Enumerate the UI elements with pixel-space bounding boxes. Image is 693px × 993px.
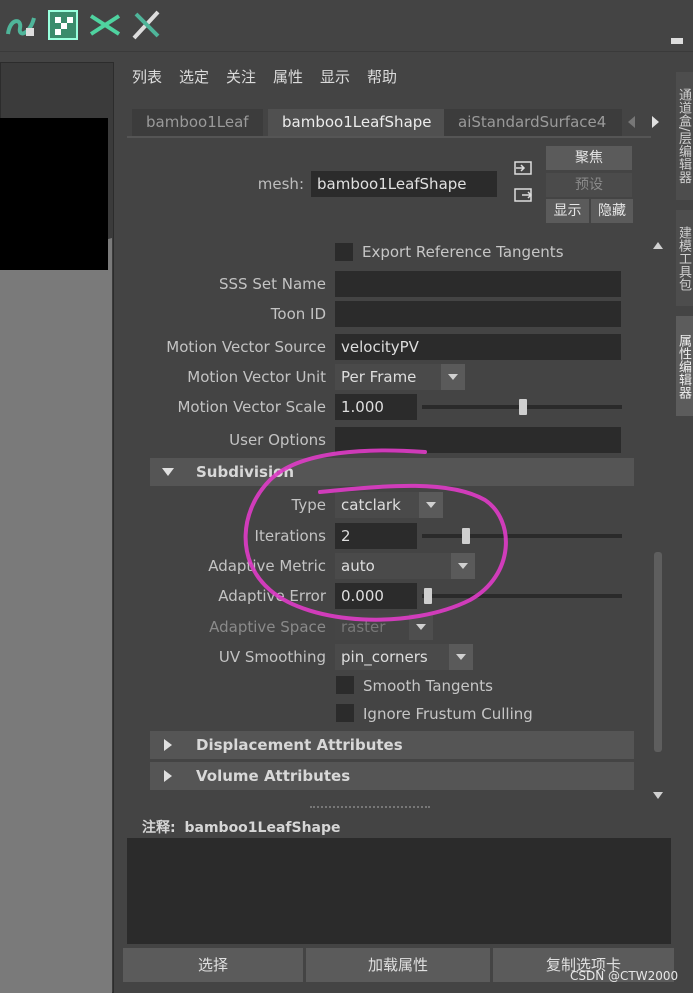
scrollbar-thumb[interactable] [654,552,662,752]
volume-section-header[interactable]: Volume Attributes [150,762,634,790]
notes-label: 注释: [142,820,176,836]
tab-divider [127,136,651,138]
side-tab-modeling-toolkit[interactable]: 建模工具包 [676,210,693,306]
displacement-title: Displacement Attributes [196,736,403,754]
top-toolbar [0,0,693,52]
expand-right-icon [164,739,172,751]
smooth-tangents-label: Smooth Tangents [363,677,493,695]
chevron-down-icon [441,364,465,390]
tab-aistandardsurface4[interactable]: aiStandardSurface4 [444,109,622,136]
menu-bar: 列表 选定 关注 属性 显示 帮助 [118,60,666,94]
uv-smoothing-label: UV Smoothing [218,648,326,666]
viewport-mesh-surface [0,238,112,993]
tab-bamboo1leafshape[interactable]: bamboo1LeafShape [268,109,446,136]
side-tab-channel-box[interactable]: 通道盒/层编辑器 [676,72,693,200]
ignore-frustum-label: Ignore Frustum Culling [363,705,533,723]
notes-value: bamboo1LeafShape [184,820,341,836]
mesh-output-connection-icon[interactable] [514,188,533,202]
uv-smoothing-dropdown[interactable]: pin_corners [335,644,473,670]
tab-scroll-right-icon[interactable] [652,116,659,128]
displacement-section-header[interactable]: Displacement Attributes [150,731,634,759]
checker-tool-icon[interactable] [46,8,80,42]
expand-down-icon [162,468,174,476]
motion-vector-unit-value: Per Frame [341,368,417,386]
motion-vector-source-field[interactable]: velocityPV [335,334,621,360]
motion-vector-unit-label: Motion Vector Unit [187,368,326,386]
volume-title: Volume Attributes [196,767,351,785]
annotation-circle [243,448,508,622]
hide-button[interactable]: 隐藏 [591,199,633,223]
menu-list[interactable]: 列表 [132,60,162,94]
preset-button[interactable]: 预设 [546,173,632,197]
sss-set-name-label: SSS Set Name [219,275,326,293]
menu-selected[interactable]: 选定 [179,60,209,94]
select-button[interactable]: 选择 [123,948,303,982]
load-attributes-button[interactable]: 加载属性 [306,948,490,982]
smooth-tangents-checkbox[interactable] [336,676,354,694]
motion-vector-scale-slider-thumb[interactable] [519,399,527,415]
motion-vector-unit-dropdown[interactable]: Per Frame [335,364,465,390]
merge-tool-icon[interactable] [88,8,122,42]
motion-vector-scale-field[interactable]: 1.000 [335,394,417,420]
panel-splitter[interactable] [310,806,430,809]
toon-id-label: Toon ID [270,305,326,323]
curve-tool-icon[interactable] [4,8,38,42]
scroll-up-icon[interactable] [653,242,663,249]
scroll-down-icon[interactable] [653,792,663,799]
brush-tool-icon[interactable] [130,8,164,42]
mesh-input-connection-icon[interactable] [514,161,532,175]
uv-smoothing-value: pin_corners [341,648,428,666]
focus-button[interactable]: 聚焦 [546,146,632,170]
mesh-name-field[interactable]: bamboo1LeafShape [311,171,497,197]
show-button[interactable]: 显示 [546,199,589,223]
side-tab-attribute-editor[interactable]: 属性编辑器 [676,316,693,416]
notes-title: 注释: bamboo1LeafShape [142,817,341,837]
tab-scroll-left-icon[interactable] [628,116,635,128]
viewport-background [0,118,108,270]
menu-help[interactable]: 帮助 [367,60,397,94]
notes-textarea[interactable] [127,838,671,944]
toon-id-field[interactable] [335,301,621,327]
expand-right-icon [164,770,172,782]
menu-show[interactable]: 显示 [320,60,350,94]
sss-set-name-field[interactable] [335,271,621,297]
ignore-frustum-checkbox[interactable] [336,704,354,722]
export-ref-tangents-label: Export Reference Tangents [362,243,564,261]
motion-vector-source-label: Motion Vector Source [166,338,326,356]
chevron-down-icon [449,644,473,670]
motion-vector-scale-label: Motion Vector Scale [177,398,326,416]
menu-focus[interactable]: 关注 [226,60,256,94]
menu-attributes[interactable]: 属性 [273,60,303,94]
minimize-icon[interactable] [671,38,683,44]
mesh-label: mesh: [257,175,304,193]
watermark: CSDN @CTW2000 [570,969,679,983]
export-ref-tangents-checkbox[interactable] [335,243,353,261]
tab-bamboo1leaf[interactable]: bamboo1Leaf [132,109,263,136]
